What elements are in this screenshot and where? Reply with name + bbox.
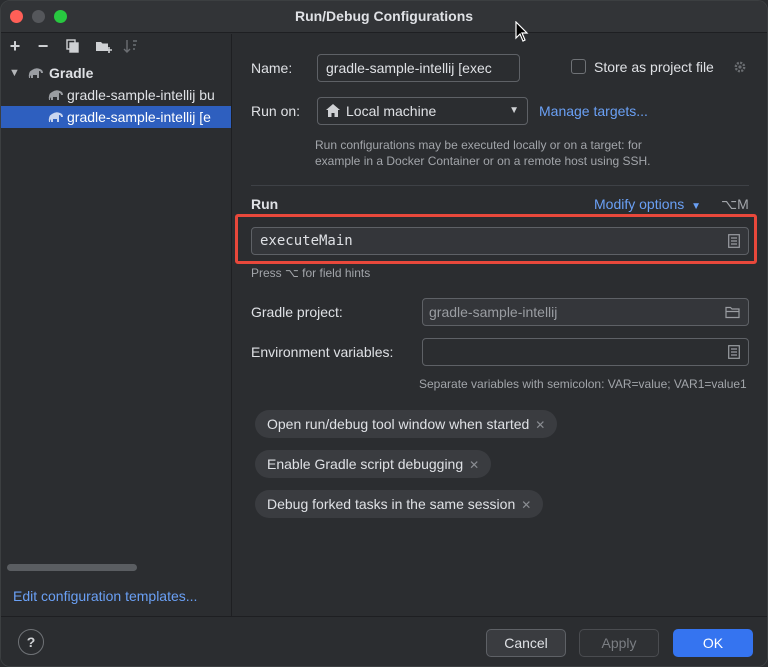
option-chip-open-tool-window[interactable]: Open run/debug tool window when started ✕	[255, 410, 558, 438]
window-title: Run/Debug Configurations	[294, 8, 474, 24]
name-input[interactable]: gradle-sample-intellij [exec	[317, 54, 520, 82]
close-icon[interactable]: ✕	[521, 498, 531, 512]
configuration-form: Name: gradle-sample-intellij [exec Store…	[233, 34, 767, 616]
apply-button[interactable]: Apply	[579, 629, 659, 657]
gradle-elephant-icon	[28, 68, 43, 78]
store-as-project-checkbox[interactable]	[571, 59, 586, 74]
close-icon[interactable]: ✕	[535, 418, 545, 432]
tree-item-build-config[interactable]: gradle-sample-intellij bu	[1, 84, 231, 106]
run-on-select[interactable]: Local machine ▼	[317, 97, 528, 125]
modify-options-link[interactable]: Modify options ▼	[594, 196, 701, 212]
chip-label: Debug forked tasks in the same session	[267, 496, 516, 512]
minus-icon: −	[37, 36, 49, 56]
modify-options-label: Modify options	[594, 196, 685, 212]
sort-configurations-button[interactable]	[121, 36, 141, 56]
store-as-project-label: Store as project file	[594, 59, 714, 75]
environment-variables-label: Environment variables:	[251, 344, 394, 360]
home-icon	[326, 104, 340, 117]
gradle-project-label: Gradle project:	[251, 304, 343, 320]
tasks-and-arguments-input[interactable]: executeMain	[251, 227, 749, 255]
gradle-elephant-icon	[48, 112, 63, 122]
run-on-value: Local machine	[346, 103, 437, 119]
modify-options-shortcut: ⌥M	[721, 196, 749, 212]
chip-label: Open run/debug tool window when started	[267, 416, 530, 432]
copy-configuration-button[interactable]	[63, 36, 83, 56]
edit-templates-link[interactable]: Edit configuration templates...	[13, 588, 197, 604]
chevron-down-icon: ▼	[509, 105, 519, 116]
expand-field-icon[interactable]	[728, 234, 740, 248]
tree-node-gradle-label: Gradle	[49, 65, 94, 81]
new-folder-button[interactable]	[93, 36, 113, 56]
folder-add-icon	[95, 42, 112, 53]
run-section-title: Run	[251, 196, 279, 212]
option-chip-debug-forked-tasks[interactable]: Debug forked tasks in the same session ✕	[255, 490, 544, 518]
run-on-hint-line-1: Run configurations may be executed local…	[315, 138, 642, 152]
ok-button[interactable]: OK	[673, 629, 753, 657]
folder-icon[interactable]	[725, 305, 740, 319]
tree-item-label: gradle-sample-intellij [e	[67, 109, 211, 125]
tree-item-execute-config[interactable]: gradle-sample-intellij [e	[1, 106, 231, 128]
section-divider	[251, 185, 749, 186]
gradle-project-value: gradle-sample-intellij	[429, 304, 558, 320]
copy-icon	[66, 39, 79, 53]
chevron-down-icon[interactable]: ▼	[9, 62, 20, 84]
gear-icon[interactable]	[733, 60, 747, 74]
environment-variables-hint: Separate variables with semicolon: VAR=v…	[419, 377, 747, 391]
plus-icon: +	[9, 36, 21, 56]
help-button[interactable]: ?	[18, 629, 44, 655]
run-debug-dialog: Run/Debug Configurations + − ▼ Gradle gr…	[0, 0, 768, 667]
environment-variables-input[interactable]	[422, 338, 749, 366]
run-on-label: Run on:	[251, 103, 301, 119]
configurations-panel: + − ▼ Gradle gradle-sample-intellij bu g…	[1, 34, 232, 616]
cancel-button[interactable]: Cancel	[486, 629, 566, 657]
run-on-hint-line-2: example in a Docker Container or on a re…	[315, 154, 651, 168]
tree-node-gradle[interactable]: ▼ Gradle	[1, 62, 231, 84]
remove-configuration-button[interactable]: −	[33, 36, 53, 56]
sort-icon	[123, 40, 137, 53]
tree-item-label: gradle-sample-intellij bu	[67, 87, 215, 103]
gradle-elephant-icon	[48, 90, 63, 100]
close-icon[interactable]: ✕	[469, 458, 479, 472]
gradle-project-input[interactable]: gradle-sample-intellij	[422, 298, 749, 326]
expand-field-icon[interactable]	[728, 345, 740, 359]
name-label: Name:	[251, 60, 293, 76]
title-bar: Run/Debug Configurations	[1, 1, 767, 33]
field-hints-note: Press ⌥ for field hints	[251, 266, 371, 280]
manage-targets-link[interactable]: Manage targets...	[539, 103, 648, 119]
configurations-toolbar: + −	[1, 34, 231, 60]
dialog-button-bar: ? Cancel Apply OK	[1, 616, 767, 666]
option-chip-gradle-script-debugging[interactable]: Enable Gradle script debugging ✕	[255, 450, 492, 478]
chip-label: Enable Gradle script debugging	[267, 456, 464, 472]
add-configuration-button[interactable]: +	[5, 36, 25, 56]
chevron-down-icon: ▼	[691, 201, 702, 212]
tasks-value: executeMain	[260, 233, 353, 249]
horizontal-scrollbar[interactable]	[7, 564, 137, 571]
